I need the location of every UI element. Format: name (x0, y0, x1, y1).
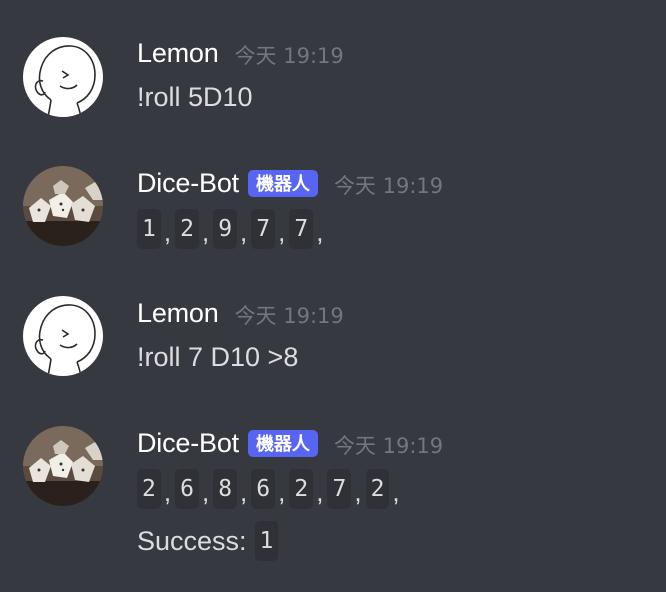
dice-result: 2 (289, 469, 314, 509)
success-value: 1 (254, 521, 279, 561)
username[interactable]: Lemon (137, 298, 219, 329)
dice-result: 2 (365, 469, 390, 509)
message-content: !roll 7 D10 >8 (137, 342, 299, 372)
dice-result: 9 (213, 209, 238, 249)
dice-avatar-icon (23, 166, 103, 246)
dice-result: 1 (137, 209, 161, 249)
separator: , (240, 476, 248, 507)
separator: , (201, 476, 210, 507)
separator: , (163, 476, 172, 507)
sketch-face-avatar-icon (23, 37, 103, 117)
message-timestamp: 今天 19:19 (234, 304, 344, 328)
separator: , (316, 476, 324, 507)
dice-result: 7 (251, 209, 276, 249)
dice-result: 2 (137, 469, 161, 509)
chat-messages: Lemon 今天 19:19 !roll 5D10 Dice-Bot 機器人 今… (0, 0, 666, 592)
bot-tag: 機器人 (247, 169, 318, 197)
dice-result: 7 (327, 469, 352, 509)
dice-avatar-icon (23, 426, 103, 506)
message-timestamp: 今天 19:19 (333, 434, 444, 458)
bot-tag: 機器人 (247, 429, 318, 457)
dice-result: 2 (175, 209, 199, 249)
user-avatar[interactable] (23, 37, 103, 117)
separator: , (201, 216, 210, 247)
user-avatar[interactable] (23, 296, 103, 376)
sketch-face-avatar-icon (23, 296, 103, 376)
separator: , (240, 216, 248, 247)
dice-results: 2, 6, 8, 6, 2, 7, 2, (137, 469, 404, 509)
separator: , (278, 476, 286, 507)
dice-result: 8 (213, 469, 238, 509)
separator: , (163, 216, 172, 247)
username[interactable]: Dice-Bot (137, 168, 239, 199)
username[interactable]: Dice-Bot (137, 428, 239, 459)
success-line: Success: 1 (137, 521, 279, 561)
separator: , (316, 216, 324, 247)
dice-results: 1, 2, 9, 7, 7, (137, 209, 327, 249)
message-timestamp: 今天 19:19 (234, 44, 344, 68)
separator: , (392, 476, 400, 507)
dice-result: 6 (251, 469, 276, 509)
bot-avatar[interactable] (23, 426, 103, 506)
separator: , (354, 476, 362, 507)
message-content: !roll 5D10 (137, 82, 253, 112)
dice-result: 7 (289, 209, 314, 249)
separator: , (278, 216, 286, 247)
username[interactable]: Lemon (137, 38, 219, 69)
bot-avatar[interactable] (23, 166, 103, 246)
dice-result: 6 (175, 469, 199, 509)
message-timestamp: 今天 19:19 (333, 174, 444, 198)
success-label: Success: (137, 525, 247, 556)
